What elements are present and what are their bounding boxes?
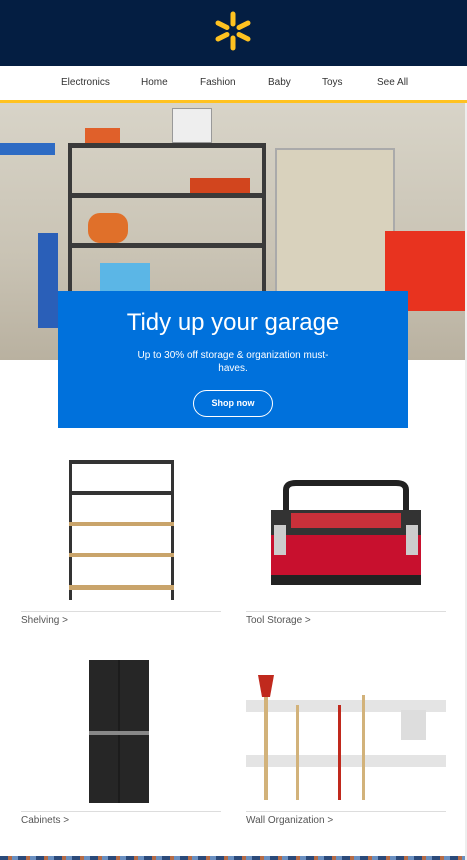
promo-title: Tidy up your garage	[126, 309, 340, 336]
category-nav: Electronics Home Fashion Baby Toys See A…	[0, 66, 467, 100]
category-cabinets[interactable]: Cabinets >	[21, 655, 221, 826]
nav-home[interactable]: Home	[141, 77, 168, 88]
category-label[interactable]: Wall Organization >	[246, 815, 446, 826]
category-wall-organization[interactable]: Wall Organization >	[246, 655, 446, 826]
category-label[interactable]: Shelving >	[21, 615, 221, 626]
category-label[interactable]: Tool Storage >	[246, 615, 446, 626]
nav-fashion[interactable]: Fashion	[200, 77, 236, 88]
category-shelving[interactable]: Shelving >	[21, 455, 221, 626]
nav-electronics[interactable]: Electronics	[61, 77, 110, 88]
promo-banner: Tidy up your garage Up to 30% off storag…	[58, 291, 408, 428]
next-banner-edge	[0, 856, 467, 860]
shop-now-button[interactable]: Shop now	[193, 390, 273, 417]
category-label[interactable]: Cabinets >	[21, 815, 221, 826]
wall-organization-image[interactable]	[246, 655, 446, 805]
shelving-image[interactable]	[21, 455, 221, 605]
nav-see-all[interactable]: See All	[377, 77, 408, 88]
header	[0, 0, 467, 66]
nav-toys[interactable]: Toys	[322, 77, 343, 88]
cabinets-image[interactable]	[21, 655, 221, 805]
nav-baby[interactable]: Baby	[268, 77, 291, 88]
walmart-spark-logo[interactable]	[213, 10, 253, 52]
category-tool-storage[interactable]: Tool Storage >	[246, 455, 446, 626]
tool-storage-image[interactable]	[246, 455, 446, 605]
promo-subtitle: Up to 30% off storage & organization mus…	[137, 350, 329, 374]
